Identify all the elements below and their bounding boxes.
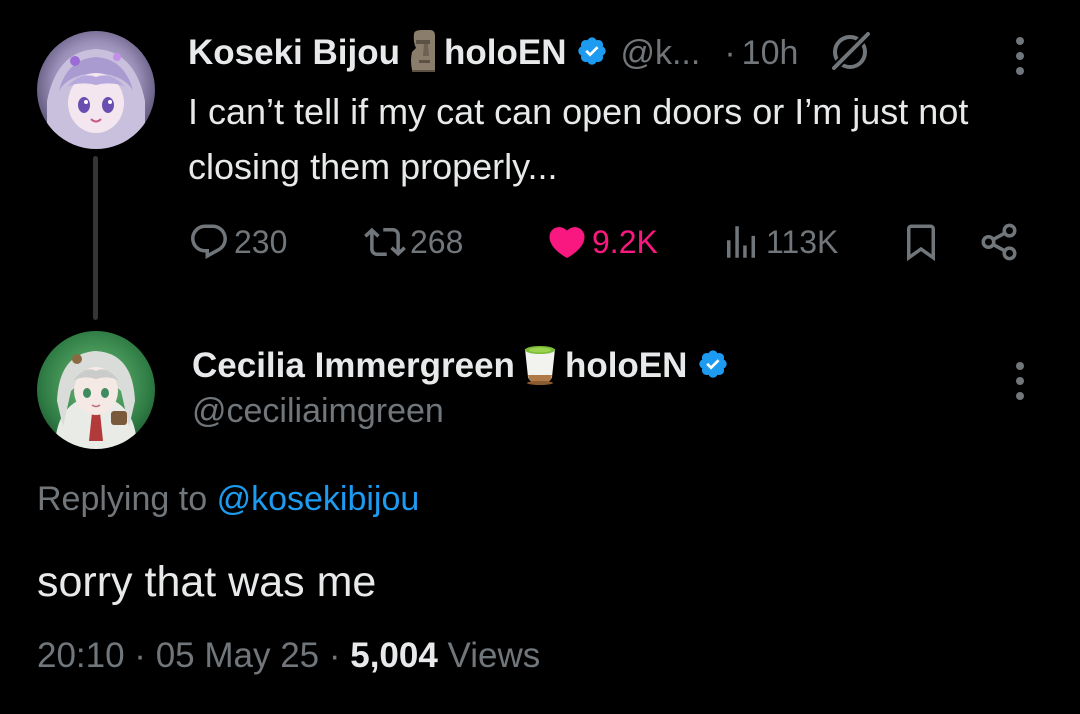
parent-tweet-header: Koseki Bijou holoEN @k... · 10h [188, 28, 874, 78]
repost-icon [364, 221, 406, 263]
reply-icon [188, 221, 230, 263]
reply-display-name[interactable]: Cecilia Immergreen [192, 346, 515, 386]
tweet-thread: Koseki Bijou holoEN @k... · 10h I can’t … [0, 0, 1080, 714]
reply-tweet-text: sorry that was me [37, 558, 377, 606]
parent-tweet-actions: 230 268 9.2K 113K [188, 214, 1028, 270]
heart-icon [546, 221, 588, 263]
reply-timestamp[interactable]: 20:10 · 05 May 25 · [37, 636, 350, 675]
reply-meta-row: 20:10 · 05 May 25 · 5,004 Views [37, 636, 540, 676]
views-icon [720, 221, 762, 263]
verified-badge-icon [697, 348, 729, 385]
bookmark-button[interactable] [900, 214, 942, 270]
replying-to-line: Replying to @kosekibijou [37, 480, 419, 519]
views-count: 113K [766, 223, 839, 260]
reply-views-count[interactable]: 5,004 [350, 636, 438, 675]
separator-dot: · [724, 33, 736, 72]
views-button[interactable]: 113K [720, 214, 838, 270]
parent-name-suffix[interactable]: holoEN [444, 33, 566, 73]
verified-badge-icon [576, 35, 608, 72]
reply-count: 230 [234, 223, 288, 260]
replying-to-mention[interactable]: @kosekibijou [217, 480, 420, 518]
avatar-koseki-bijou[interactable] [37, 31, 155, 149]
reply-handle[interactable]: @ceciliaimgreen [192, 392, 444, 431]
more-options-icon[interactable] [1010, 37, 1030, 75]
reply-button[interactable]: 230 [188, 214, 287, 270]
parent-tweet-text: I can’t tell if my cat can open doors or… [188, 91, 969, 187]
grok-icon[interactable] [828, 28, 874, 79]
thread-connector-line [93, 156, 98, 320]
reply-views-label: Views [437, 636, 541, 675]
matcha-tea-emoji-icon [519, 343, 561, 390]
moai-emoji-icon [408, 29, 438, 77]
reply-name-suffix[interactable]: holoEN [565, 346, 687, 386]
repost-count: 268 [410, 223, 464, 260]
share-button[interactable] [978, 214, 1020, 270]
reply-tweet-header: Cecilia Immergreen holoEN [192, 340, 729, 392]
parent-handle[interactable]: @k... [620, 34, 700, 73]
bookmark-icon [900, 221, 942, 263]
repost-button[interactable]: 268 [364, 214, 463, 270]
parent-timestamp[interactable]: 10h [742, 34, 799, 73]
parent-display-name[interactable]: Koseki Bijou [188, 33, 400, 73]
more-options-icon[interactable] [1010, 362, 1030, 400]
like-count: 9.2K [592, 223, 658, 260]
like-button[interactable]: 9.2K [546, 214, 658, 270]
avatar-cecilia-immergreen[interactable] [37, 331, 155, 449]
replying-to-label: Replying to [37, 480, 208, 518]
share-icon [978, 221, 1020, 263]
